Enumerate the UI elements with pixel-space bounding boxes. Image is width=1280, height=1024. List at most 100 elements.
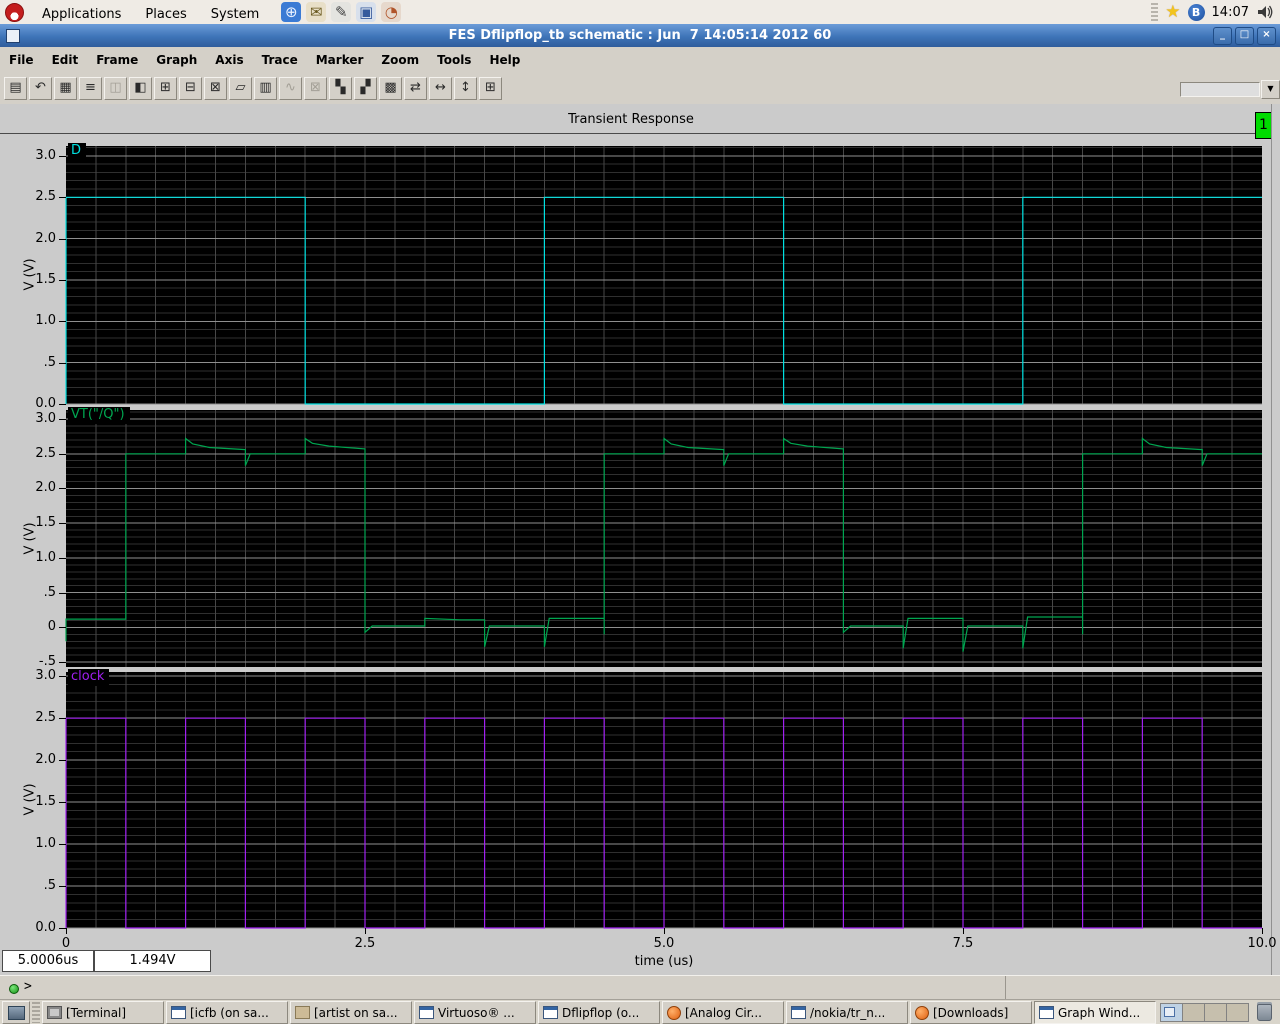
plot-panel-q[interactable]: VT("/Q") [65, 407, 1262, 667]
taskbar-item[interactable]: [icfb (on sa... [166, 1001, 288, 1024]
minimize-button[interactable]: _ [1213, 26, 1232, 45]
menu-axis[interactable]: Axis [206, 53, 252, 67]
toolbar-fit-x-icon[interactable]: ↔ [429, 77, 452, 100]
toolbar-slice-horizontal-icon[interactable]: ▞ [354, 77, 377, 100]
taskbar-item-label: [Terminal] [66, 1005, 127, 1020]
chart-icon[interactable]: ◔ [381, 2, 402, 22]
command-row[interactable]: > [0, 975, 1280, 1000]
toolbar-resize-subwindow-icon[interactable]: ⊠ [204, 77, 227, 100]
x-tick-mark [1262, 928, 1263, 934]
menu-trace[interactable]: Trace [253, 53, 307, 67]
maximize-button[interactable]: □ [1235, 26, 1254, 45]
y-tick-mark [59, 321, 66, 323]
plot-panel-d[interactable]: D [65, 143, 1262, 405]
taskbar-item[interactable]: /nokia/tr_n... [786, 1001, 908, 1024]
toolbar-swap-x-icon[interactable]: ⇄ [404, 77, 427, 100]
toolbar-undo-icon[interactable]: ↶ [29, 77, 52, 100]
taskbar-item[interactable]: Virtuoso® ... [414, 1001, 536, 1024]
trace-label-clock[interactable]: clock [68, 669, 110, 686]
screenshot-icon[interactable]: ▣ [356, 2, 377, 22]
x-tick-mark [365, 928, 366, 934]
waveform-plot-2 [65, 672, 1262, 929]
toolbar-overlay-mode-icon: ◫ [104, 77, 127, 100]
trace-label-q[interactable]: VT("/Q") [68, 407, 130, 424]
toolbar-calculator-icon[interactable]: ▩ [379, 77, 402, 100]
toolbar-strip-mode-icon[interactable]: ≡ [79, 77, 102, 100]
plot-panel-clock[interactable]: clock [65, 669, 1262, 929]
y-tick-label: 3.0 [35, 668, 56, 684]
email-icon[interactable]: ✉ [306, 2, 327, 22]
toolbar-slice-vertical-icon[interactable]: ▚ [329, 77, 352, 100]
x-axis-label: time (us) [634, 954, 694, 969]
web-browser-icon[interactable]: ⊕ [281, 2, 302, 22]
cursor-time-readout: 5.0006us [2, 950, 94, 972]
prompt-divider [1005, 976, 1006, 1000]
show-desktop-button[interactable] [2, 1001, 30, 1024]
toolbar-split-window-icon[interactable]: ◧ [129, 77, 152, 100]
notification-star-icon[interactable]: ★ [1165, 2, 1180, 22]
monitor-icon [7, 1005, 25, 1020]
y-axis-label: V (V) [22, 258, 38, 291]
y-tick-label: 0.0 [35, 396, 56, 411]
package-icon [295, 1006, 310, 1019]
y-tick-mark [59, 419, 66, 421]
y-tick-label: 1.0 [35, 313, 56, 329]
menu-frame[interactable]: Frame [87, 53, 147, 67]
trace-color-dropdown[interactable]: ▼ [1261, 80, 1280, 99]
menu-graph[interactable]: Graph [147, 53, 206, 67]
panel-menu-applications[interactable]: Applications [30, 7, 133, 22]
menu-help[interactable]: Help [480, 53, 529, 67]
workspace-switcher [1160, 1003, 1249, 1022]
notes-icon[interactable]: ✎ [331, 2, 352, 22]
taskbar-item[interactable]: [Downloads] [910, 1001, 1032, 1024]
taskbar-item[interactable]: Dflipflop (o... [538, 1001, 660, 1024]
toolbar-marker-icon[interactable]: ▱ [229, 77, 252, 100]
taskbar-item[interactable]: Graph Wind... [1034, 1001, 1156, 1024]
panel-menu-system[interactable]: System [199, 7, 271, 22]
y-tick-label: 2.5 [35, 445, 56, 461]
distro-menu-icon[interactable] [5, 2, 24, 22]
toolbar-zoom-fit-icon[interactable]: ⊞ [479, 77, 502, 100]
workspace-1[interactable] [1161, 1004, 1183, 1021]
trace-label-d[interactable]: D [68, 143, 87, 160]
bluetooth-icon[interactable]: B [1187, 3, 1205, 21]
panel-handle[interactable] [1151, 3, 1159, 21]
workspace-2[interactable] [1183, 1004, 1205, 1021]
menu-marker[interactable]: Marker [307, 53, 373, 67]
trash-icon[interactable] [1257, 1004, 1272, 1021]
taskbar-item[interactable]: [Terminal] [42, 1001, 164, 1024]
clock[interactable]: 14:07 [1212, 5, 1249, 20]
workspace-3[interactable] [1205, 1004, 1227, 1021]
menu-edit[interactable]: Edit [43, 53, 88, 67]
window-titlebar[interactable]: FES Dflipflop_tb schematic : Jun 7 14:05… [0, 24, 1280, 47]
toolbar-fit-y-icon[interactable]: ↕ [454, 77, 477, 100]
workspace-4[interactable] [1227, 1004, 1248, 1021]
toolbar-new-subwindow-icon[interactable]: ⊞ [154, 77, 177, 100]
desktop: Applications Places System ⊕ ✉ ✎ ▣ ◔ ★ B 14:07… [0, 0, 1280, 1024]
taskbar-item-label: [icfb (on sa... [190, 1005, 269, 1020]
taskbar-handle[interactable] [32, 1002, 40, 1023]
toolbar-table-icon[interactable]: ▥ [254, 77, 277, 100]
menu-tools[interactable]: Tools [428, 53, 480, 67]
toolbar-grid-icon[interactable]: ▦ [54, 77, 77, 100]
gnome-panel: Applications Places System ⊕ ✉ ✎ ▣ ◔ ★ B 14:07 [0, 0, 1280, 25]
taskbar-item[interactable]: [Analog Cir... [662, 1001, 784, 1024]
menu-file[interactable]: File [0, 53, 43, 67]
firefox-icon [667, 1005, 681, 1020]
close-button[interactable]: × [1257, 26, 1276, 45]
y-tick-mark [59, 886, 66, 888]
toolbar-print-icon[interactable]: ▤ [4, 77, 27, 100]
y-tick-mark [59, 592, 66, 594]
taskbar-item[interactable]: [artist on sa... [290, 1001, 412, 1024]
volume-icon[interactable] [1256, 4, 1274, 20]
panel-menu-places[interactable]: Places [133, 7, 198, 22]
menu-zoom[interactable]: Zoom [372, 53, 428, 67]
y-tick-mark [59, 662, 66, 664]
trace-2 [65, 717, 1262, 929]
toolbar-icons: ▤ ↶ ▦ ≡ ◫ ◧ ⊞ ⊟ ⊠ ▱ ▥ ∿ ⊠ ▚ ▞ ▩ ⇄ ↔ ↕ ⊞ [4, 77, 502, 100]
toolbar-delete-subwindow-icon[interactable]: ⊟ [179, 77, 202, 100]
window-icon [1039, 1006, 1054, 1019]
graph-title: Transient Response [568, 112, 694, 127]
taskbar-item-label: /nokia/tr_n... [810, 1005, 886, 1020]
command-prompt[interactable]: > [24, 979, 32, 994]
